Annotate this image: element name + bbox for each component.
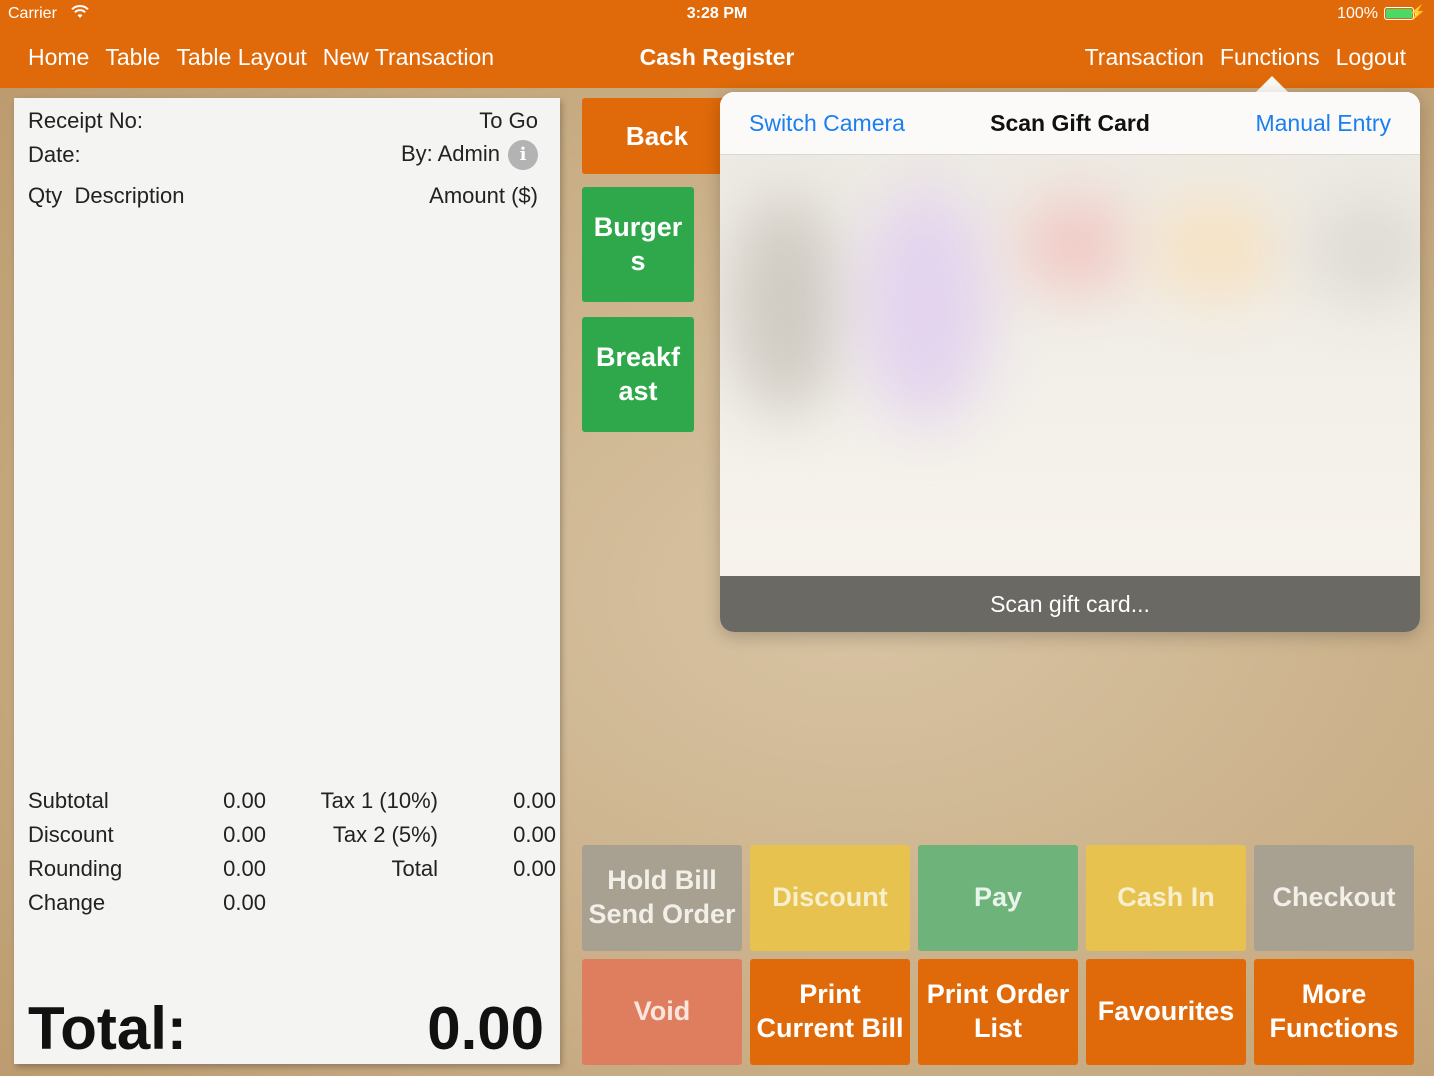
status-bar: Carrier 3:28 PM 100% ⚡ <box>0 0 1434 28</box>
cash-in-button[interactable]: Cash In <box>1086 845 1246 951</box>
nav-table-layout[interactable]: Table Layout <box>176 44 306 71</box>
receipt-panel: Receipt No: To Go Date: By: Admin i Qty D… <box>14 98 560 1064</box>
print-current-bill-button[interactable]: Print Current Bill <box>750 959 910 1065</box>
nav-transaction[interactable]: Transaction <box>1085 44 1204 71</box>
manual-entry-button[interactable]: Manual Entry <box>1255 110 1391 137</box>
discount-button[interactable]: Discount <box>750 845 910 951</box>
totals-block: Subtotal 0.00 Tax 1 (10%) 0.00 Discount … <box>28 788 558 924</box>
rounding-label: Rounding <box>28 856 123 881</box>
nav-left: Home Table Table Layout New Transaction <box>28 44 494 71</box>
receipt-header-row: Receipt No: To Go <box>28 108 538 134</box>
totals-row-1: Subtotal 0.00 Tax 1 (10%) 0.00 <box>28 788 558 822</box>
tax1-label: Tax 1 (10%) <box>320 788 438 813</box>
total-small-value: 0.00 <box>513 856 556 881</box>
change-label: Change <box>28 890 106 915</box>
category-breakfast-label: Breakfast <box>595 341 681 406</box>
nav-functions[interactable]: Functions <box>1220 44 1320 71</box>
subtotal-value: 0.00 <box>223 788 266 813</box>
col-qty: Qty <box>28 183 63 208</box>
nav-home[interactable]: Home <box>28 44 89 71</box>
change-value: 0.00 <box>223 890 266 915</box>
scan-status-bar: Scan gift card... <box>720 576 1420 632</box>
void-button[interactable]: Void <box>582 959 742 1065</box>
order-type[interactable]: To Go <box>479 108 538 134</box>
staff-label: By: Admin <box>400 140 500 166</box>
col-amount: Amount ($) <box>429 183 538 208</box>
receipt-columns: Qty Description Amount ($) <box>28 183 538 209</box>
discount-label: Discount <box>28 822 114 847</box>
camera-preview[interactable] <box>720 155 1420 576</box>
print-order-list-button[interactable]: Print Order List <box>918 959 1078 1065</box>
total-small-label: Total <box>391 856 438 881</box>
scan-gift-card-popover: Switch Camera Scan Gift Card Manual Entr… <box>720 92 1420 632</box>
popover-header: Switch Camera Scan Gift Card Manual Entr… <box>720 92 1420 155</box>
hold-bill-label: Hold Bill Send Order <box>588 864 735 932</box>
tax1-value: 0.00 <box>513 788 556 813</box>
send-order-line: Send Order <box>588 899 736 929</box>
category-burgers-label: Burgers <box>593 211 683 276</box>
nav-table[interactable]: Table <box>105 44 160 71</box>
subtotal-label: Subtotal <box>28 788 109 813</box>
tax2-value: 0.00 <box>513 822 556 847</box>
totals-row-2: Discount 0.00 Tax 2 (5%) 0.00 <box>28 822 558 856</box>
tax2-label: Tax 2 (5%) <box>332 822 438 847</box>
back-button[interactable]: Back <box>582 98 732 174</box>
more-functions-button[interactable]: More Functions <box>1254 959 1414 1065</box>
charging-icon: ⚡ <box>1408 4 1426 20</box>
receipt-date-row: Date: By: Admin i <box>28 140 538 170</box>
hold-bill-button[interactable]: Hold Bill Send Order <box>582 845 742 951</box>
grand-total-value: 0.00 <box>427 995 544 1062</box>
camera-blur <box>730 195 840 415</box>
pay-button[interactable]: Pay <box>918 845 1078 951</box>
totals-row-3: Rounding 0.00 Total 0.00 <box>28 856 558 890</box>
page-title: Cash Register <box>639 44 795 70</box>
grand-total-label: Total: <box>28 995 187 1062</box>
clock: 3:28 PM <box>686 5 748 22</box>
staff-wrap: By: Admin i <box>401 140 538 170</box>
info-icon[interactable]: i <box>508 140 538 170</box>
camera-blur <box>1020 195 1130 295</box>
totals-row-4: Change 0.00 <box>28 890 558 924</box>
top-bar: Carrier 3:28 PM 100% ⚡ Home Table Table … <box>0 0 1434 88</box>
nav-logout[interactable]: Logout <box>1336 44 1406 71</box>
category-breakfast-button[interactable]: Breakfast <box>582 317 694 432</box>
rounding-value: 0.00 <box>223 856 266 881</box>
camera-blur <box>1310 195 1420 305</box>
qty-desc-wrap: Qty Description <box>28 183 185 209</box>
checkout-button[interactable]: Checkout <box>1254 845 1414 951</box>
battery-percent: 100% <box>1337 5 1378 22</box>
receipt-no-label: Receipt No: <box>28 108 143 133</box>
favourites-button[interactable]: Favourites <box>1086 959 1246 1065</box>
camera-blur <box>1150 195 1280 305</box>
nav-right: Transaction Functions Logout <box>1085 44 1406 71</box>
hold-bill-line: Hold Bill <box>607 865 717 896</box>
col-description: Description <box>74 183 185 208</box>
nav-new-transaction[interactable]: New Transaction <box>323 44 494 71</box>
camera-blur <box>860 185 990 425</box>
switch-camera-button[interactable]: Switch Camera <box>749 110 905 137</box>
date-label: Date: <box>28 142 81 167</box>
grand-total: Total: 0.00 <box>28 994 544 1063</box>
category-burgers-button[interactable]: Burgers <box>582 187 694 302</box>
discount-value: 0.00 <box>223 822 266 847</box>
